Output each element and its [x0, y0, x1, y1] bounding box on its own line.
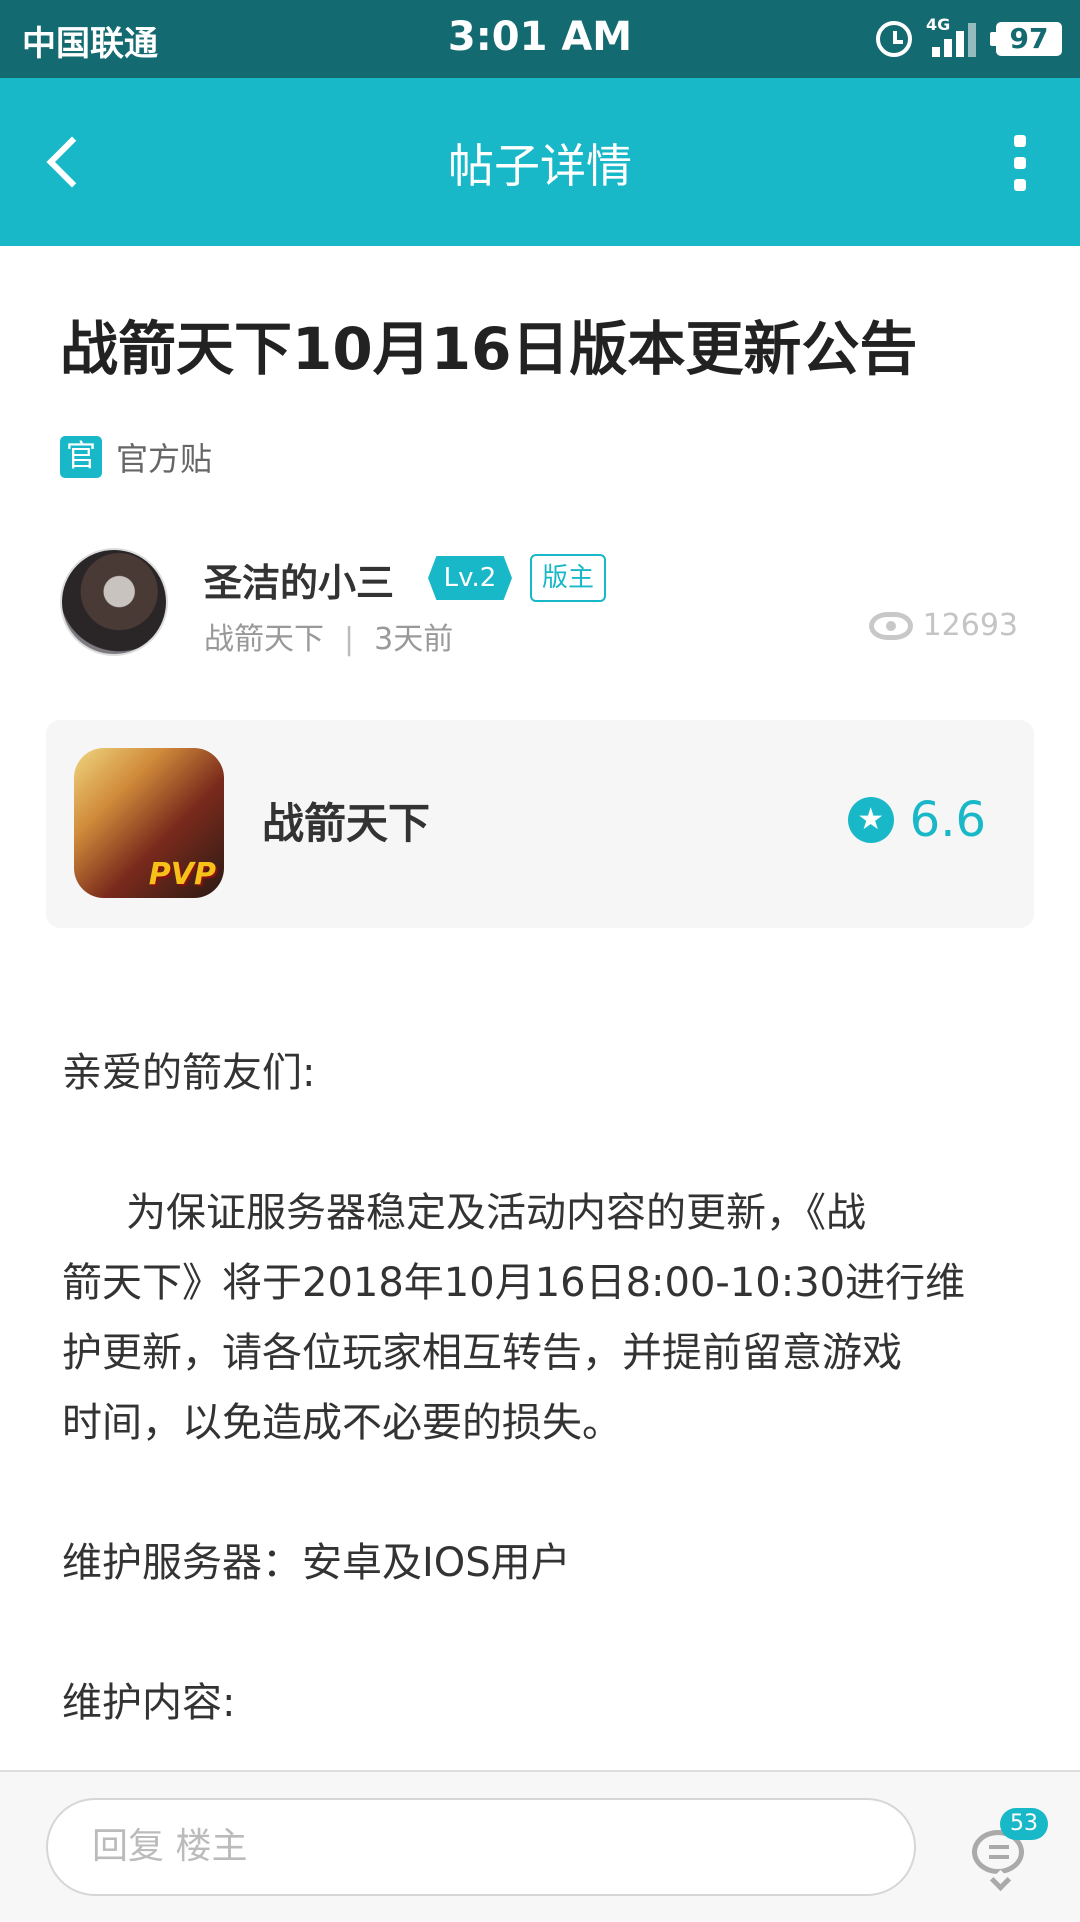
author-name[interactable]: 圣洁的小三	[204, 552, 394, 607]
rating-value: 6.6	[909, 792, 986, 848]
more-icon	[1014, 135, 1026, 147]
reply-input[interactable]: 回复 楼主	[46, 1798, 916, 1896]
network-type: 4G	[926, 15, 951, 34]
post-time: 3天前	[374, 622, 454, 657]
post-title: 战箭天下10月16日版本更新公告	[60, 315, 918, 383]
paragraph-line: 为保证服务器稳定及活动内容的更新，《战	[126, 1190, 866, 1236]
level-badge: Lv.2	[428, 556, 512, 600]
paragraph-line: 箭天下》将于2018年10月16日8:00-10:30进行维	[62, 1260, 966, 1306]
alarm-icon	[876, 21, 912, 57]
official-label: 官方贴	[116, 440, 213, 478]
signal-icon: 4G	[926, 15, 982, 59]
view-count: 12693	[868, 608, 1018, 643]
paragraph-line: 护更新，请各位玩家相互转告，并提前留意游戏	[62, 1330, 902, 1376]
maintenance-content-heading: 维护内容:	[62, 1680, 236, 1726]
reply-bar: 回复 楼主 53	[0, 1770, 1080, 1922]
post-content: 亲爱的箭友们: 为保证服务器稳定及活动内容的更新，《战 箭天下》将于2018年1…	[62, 1038, 1022, 1738]
game-rating: ★ 6.6	[847, 792, 986, 848]
eye-icon	[868, 611, 913, 640]
more-options-button[interactable]	[990, 128, 1050, 198]
view-count-value: 12693	[922, 608, 1018, 643]
author-meta: 战箭天下 | 3天前	[204, 614, 453, 658]
official-badge: 官	[60, 436, 102, 478]
avatar[interactable]	[60, 548, 168, 656]
comment-count-badge: 53	[1000, 1808, 1048, 1840]
comments-button[interactable]: 53	[968, 1808, 1048, 1888]
star-icon: ★	[847, 797, 894, 843]
paragraph-line: 时间，以免造成不必要的损失。	[62, 1400, 622, 1446]
maintenance-servers: 维护服务器：安卓及IOS用户	[62, 1540, 571, 1586]
game-app-icon: PVP	[74, 748, 224, 898]
official-post-tag: 官 官方贴	[60, 434, 212, 480]
game-name: 战箭天下	[262, 799, 431, 848]
status-bar: 中国联通 3:01 AM 4G 97	[0, 0, 1080, 78]
game-icon-text: PVP	[148, 857, 216, 892]
status-icons: 4G 97	[876, 15, 1062, 62]
game-card[interactable]: PVP 战箭天下 ★ 6.6	[46, 720, 1034, 928]
greeting: 亲爱的箭友们:	[62, 1050, 316, 1096]
battery-icon: 97	[990, 22, 1062, 56]
moderator-badge: 版主	[530, 554, 606, 602]
meta-separator: |	[344, 622, 355, 657]
forum-name[interactable]: 战箭天下	[204, 622, 324, 657]
page-title: 帖子详情	[448, 139, 632, 193]
app-header: 帖子详情	[0, 78, 1080, 246]
